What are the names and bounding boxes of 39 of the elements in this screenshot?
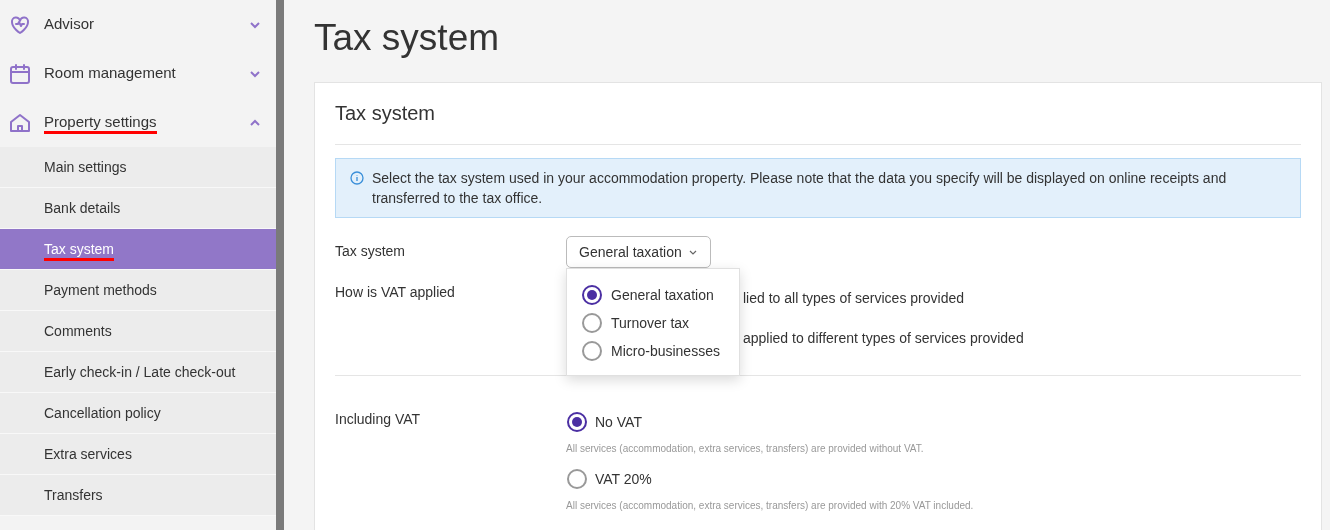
section-label: Room management <box>44 63 177 84</box>
option-label: applied to different types of services provided <box>743 329 1024 348</box>
dropdown-option[interactable]: General taxation <box>582 285 724 305</box>
field-label: Tax system <box>335 242 406 261</box>
radio-button[interactable] <box>567 412 587 432</box>
dropdown-option[interactable]: Micro-businesses <box>582 341 724 361</box>
scrollbar[interactable] <box>276 0 284 530</box>
sidebar-item[interactable]: Extra services <box>0 434 276 475</box>
option-label: VAT 20% <box>595 469 652 489</box>
section-label: Advisor <box>44 14 96 35</box>
option-label: No VAT <box>595 412 642 432</box>
sidebar-item[interactable]: Bank details <box>0 188 276 229</box>
sidebar-item[interactable]: Cancellation policy <box>0 393 276 434</box>
page-title: Tax system <box>314 16 501 60</box>
radio-button[interactable] <box>582 285 602 305</box>
sidebar-section[interactable]: Advisor <box>0 0 276 49</box>
sidebar-item[interactable]: Early check-in / Late check-out <box>0 352 276 393</box>
sidebar-item[interactable]: Tax system <box>0 229 276 270</box>
option-hint: All services (accommodation, extra services, transfers) are provided with 20% VAT included. <box>566 499 974 513</box>
sidebar-item[interactable]: Comments <box>0 311 276 352</box>
info-icon <box>350 171 364 185</box>
card-title: Tax system <box>335 97 1301 145</box>
field-label: Including VAT <box>335 410 422 429</box>
tax-system-dropdown[interactable]: General taxation <box>566 236 711 268</box>
radio-button[interactable] <box>582 313 602 333</box>
sidebar-section[interactable]: Room management <box>0 49 276 98</box>
sidebar-section[interactable]: Property settings <box>0 98 276 147</box>
radio-button[interactable] <box>582 341 602 361</box>
field-label: How is VAT applied <box>335 283 456 302</box>
sidebar-item[interactable]: Main settings <box>0 147 276 188</box>
sidebar-item[interactable]: Payment methods <box>0 270 276 311</box>
dropdown-option[interactable]: Turnover tax <box>582 313 724 333</box>
sidebar-item[interactable]: Transfers <box>0 475 276 516</box>
radio-button[interactable] <box>567 469 587 489</box>
calendar-icon <box>8 61 32 86</box>
info-text: Select the tax system used in your accommodation property. Please note that the data you specify will be displayed on online receipts and transferred to the tax office. <box>372 169 1228 208</box>
option-hint: All services (accommodation, extra services, transfers) are provided without VAT. <box>566 442 925 456</box>
section-label: Property settings <box>44 111 236 134</box>
option-label: lied to all types of services provided <box>743 289 964 308</box>
